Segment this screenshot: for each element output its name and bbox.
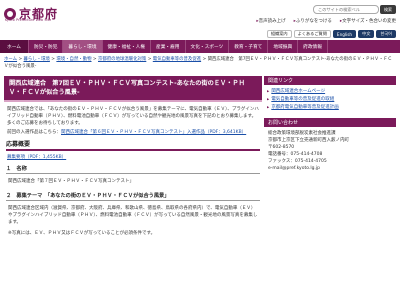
nav-health[interactable]: 健康・福祉・人権 (103, 40, 152, 53)
breadcrumb-warming[interactable]: 京都府の地球温暖化対策 (98, 57, 146, 62)
nav-industry[interactable]: 産業・雇用 (151, 40, 186, 53)
header-buttons: 組織案内 よくあるご質問 English 中文 한국어 (266, 30, 396, 38)
link-text-size[interactable]: ▸文字サイズ・色合いの変更 (340, 18, 396, 24)
section-name-body: 関西広域連合「第７回ＥＶ・ＰＨＶ・ＦＣＶ写真コンテスト」 (8, 179, 134, 184)
section-name-heading: １ 名称 (6, 165, 260, 174)
site-search: 検索 (313, 5, 396, 14)
contact-postal: 〒602-8570 (268, 145, 295, 150)
lang-korean-button[interactable]: 한국어 (376, 30, 396, 38)
related-links-list: 関西広域連合ホームページ 電気自動車等の普及促進の取組 京都府電気自動車等普及促… (264, 85, 396, 115)
nav-government[interactable]: 府政情報 (298, 40, 328, 53)
section-theme-body: 関西広域連合区域内（滋賀県、京都府、大阪府、兵庫県、和歌山県、徳島県、鳥取県の各… (8, 206, 258, 225)
lang-english-button[interactable]: English (332, 30, 357, 38)
faq-button[interactable]: よくあるご質問 (293, 30, 331, 38)
contact-phone: 電話番号：075-414-4708 (268, 152, 323, 157)
section-theme-note: ※写真には、ＥＶ、ＰＨＶ又はＦＣＶが写っていることが必須条件です。 (8, 231, 156, 236)
nav-living[interactable]: 暮らし・環境 (63, 40, 103, 53)
related-link-ev-promotion[interactable]: 電気自動車等の普及促進の取組 (271, 97, 334, 102)
contact-email[interactable]: e-mail@pref.kyoto.lg.jp (268, 165, 392, 172)
guidelines-pdf-link[interactable]: 募集要項（PDF：1,455KB） (7, 155, 66, 160)
site-header: 京都府 Kyoto Prefecture Web Site 検索 ▸音声読み上げ… (0, 0, 400, 28)
logo-subtitle: Kyoto Prefecture Web Site (5, 18, 52, 22)
related-links-heading: 関連リンク (264, 76, 396, 85)
nav-home[interactable]: ホーム (0, 40, 29, 53)
related-link-kansai[interactable]: 関西広域連合ホームページ (271, 89, 325, 94)
link-read-aloud[interactable]: ▸音声読み上げ (256, 18, 285, 24)
section-theme-heading: ２ 募集テーマ 「あなたの街のＥＶ・ＰＨＶ・ＦＣＶが似合う風景」 (6, 192, 260, 201)
section-heading: 応募概要 (6, 139, 260, 151)
related-link-item[interactable]: 京都府電気自動車等普及促進計画 (267, 104, 393, 111)
breadcrumb-environment[interactable]: 環境・自然・動物 (56, 57, 91, 62)
org-guide-button[interactable]: 組織案内 (266, 30, 292, 38)
link-furigana-label: ふりがなをつける (295, 19, 332, 24)
related-link-item[interactable]: 関西広域連合ホームページ (267, 88, 393, 95)
nav-education[interactable]: 教育・子育て (229, 40, 269, 53)
contact-address: 京都市上京区下立売通新町西入薮ノ内町 (268, 138, 349, 143)
previous-results: 前回の入選作品はこちら：関西広域連合「第６回ＥＶ・ＰＨＶ・ＦＣＶ写真コンテスト」… (7, 129, 259, 136)
breadcrumb: ホーム > 暮らし・環境 > 環境・自然・動物 > 京都府の地球温暖化対策 > … (4, 57, 392, 69)
link-read-aloud-label: 音声読み上げ (258, 19, 286, 24)
intro-block: 関西広域連合では、「あなたの街のＥＶ・ＰＨＶ・ＦＣＶが似合う風景」を募集テーマに… (4, 102, 262, 136)
contact-department: 総合政策環境部脱炭素社会推進課 (268, 131, 336, 136)
intro-text: 関西広域連合では、「あなたの街のＥＶ・ＰＨＶ・ＦＣＶが似合う風景」を募集テーマに… (7, 107, 259, 126)
nav-disaster[interactable]: 防災・防犯 (29, 40, 64, 53)
contact-block: 総合政策環境部脱炭素社会推進課 京都市上京区下立売通新町西入薮ノ内町 〒602-… (264, 127, 396, 175)
related-link-item[interactable]: 電気自動車等の普及促進の取組 (267, 96, 393, 103)
breadcrumb-home[interactable]: ホーム (4, 57, 17, 62)
previous-results-prefix: 前回の入選作品はこちら： (7, 130, 61, 135)
search-button[interactable]: 検索 (380, 5, 396, 14)
link-furigana[interactable]: ▸ふりがなをつける (294, 18, 332, 24)
nav-region[interactable]: 地域振興 (268, 40, 299, 53)
previous-results-link[interactable]: 関西広域連合「第６回ＥＶ・ＰＨＶ・ＦＣＶ写真コンテスト」入選作品（PDF：3,6… (61, 130, 246, 135)
accessibility-links: ▸音声読み上げ ▸ふりがなをつける ▸文字サイズ・色合いの変更 (256, 18, 396, 24)
breadcrumb-living[interactable]: 暮らし・環境 (24, 57, 50, 62)
nav-culture[interactable]: 文化・スポーツ (186, 40, 230, 53)
related-link-ev-plan[interactable]: 京都府電気自動車等普及促進計画 (271, 105, 339, 110)
main-content: 関西広域連合 第7回ＥＶ・ＰＨＶ・ＦＣＶ写真コンテスト-あなたの街のＥＶ・ＰＨＶ… (4, 76, 262, 239)
sidebar: 関連リンク 関西広域連合ホームページ 電気自動車等の普及促進の取組 京都府電気自… (264, 76, 396, 175)
lang-chinese-button[interactable]: 中文 (358, 30, 375, 38)
contact-fax: ファックス：075-414-4705 (268, 159, 327, 164)
search-input[interactable] (313, 5, 379, 14)
breadcrumb-ev[interactable]: 電気自動車等の普及促進 (153, 57, 201, 62)
link-text-size-label: 文字サイズ・色合いの変更 (342, 19, 396, 24)
page-title: 関西広域連合 第7回ＥＶ・ＰＨＶ・ＦＣＶ写真コンテスト-あなたの街のＥＶ・ＰＨＶ… (4, 76, 262, 102)
contact-heading: お問い合わせ (264, 118, 396, 127)
global-nav: ホーム 防災・防犯 暮らし・環境 健康・福祉・人権 産業・雇用 文化・スポーツ … (0, 40, 400, 53)
utility-links: 検索 (313, 5, 396, 14)
